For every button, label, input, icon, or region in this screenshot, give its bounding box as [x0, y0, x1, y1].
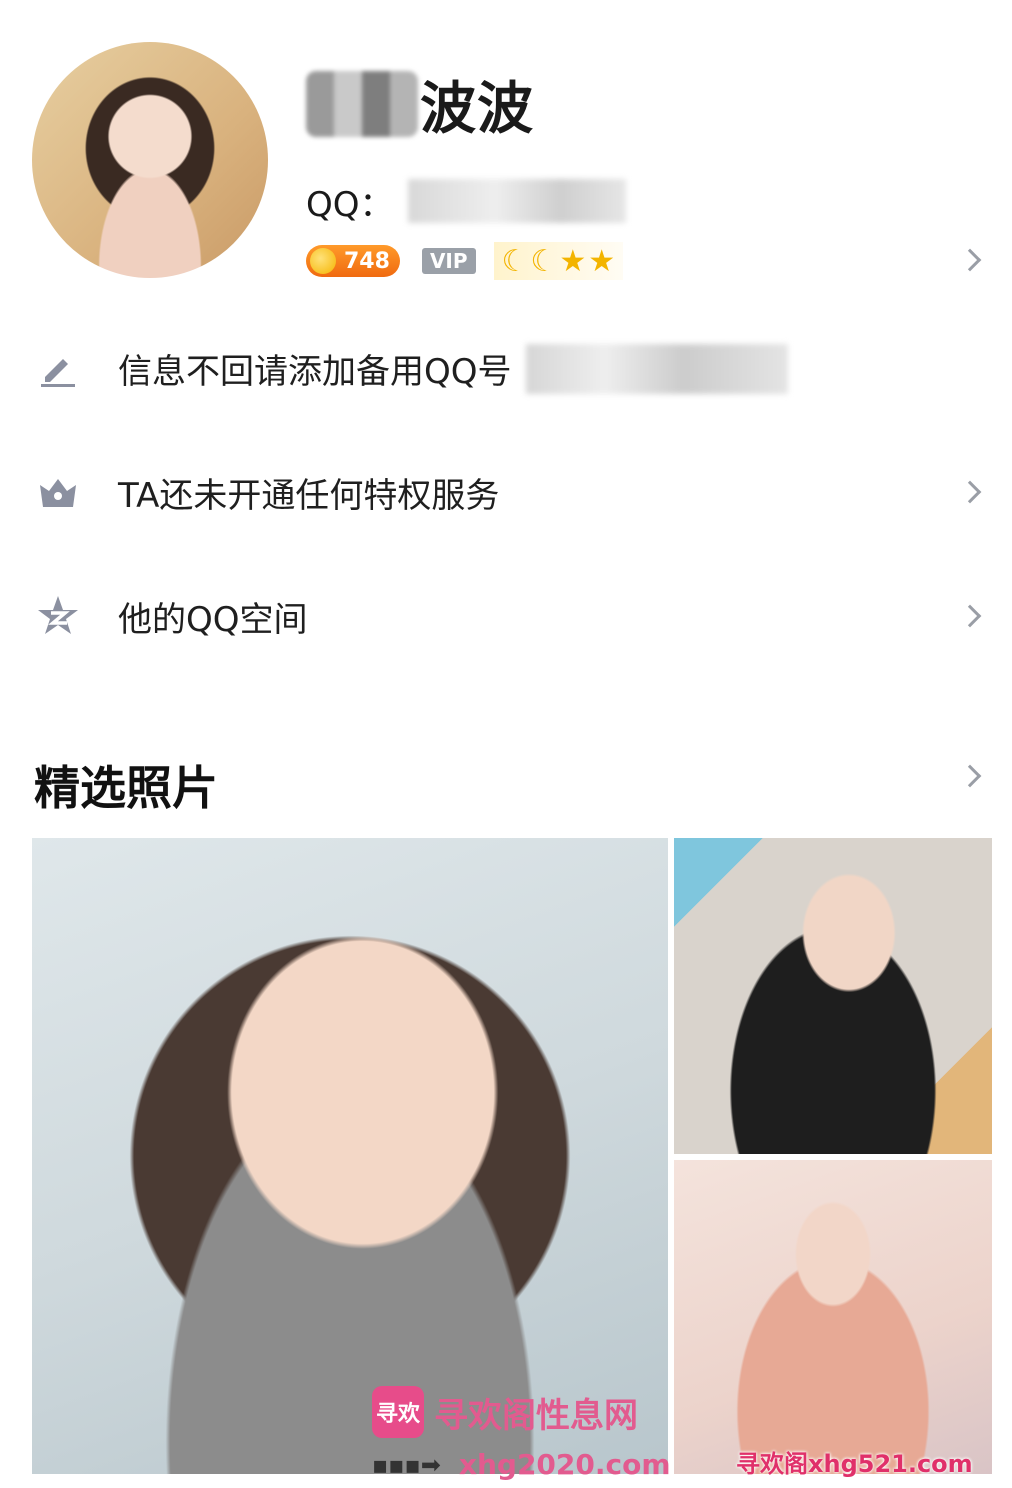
moon-icon: ☾ [530, 243, 558, 279]
photo-bottom-right[interactable] [674, 1160, 992, 1474]
watermark-url-row: ▪▪▪➡ xhg2020.com [372, 1448, 671, 1481]
watermark-site-name: 寻欢阁性息网 [434, 1395, 638, 1436]
signature-redaction-blur [526, 344, 788, 394]
qzone-chevron-icon [958, 604, 982, 628]
qzone-text: 他的QQ空间 [118, 599, 308, 640]
privilege-row[interactable]: TA还未开通任何特权服务 [0, 460, 1012, 524]
privilege-text: TA还未开通任何特权服务 [118, 475, 500, 516]
name-redaction-blur [306, 71, 418, 137]
watermark-url: xhg2020.com [458, 1448, 671, 1481]
qzone-star-icon [36, 594, 80, 638]
watermark-logo: 寻欢 [372, 1386, 424, 1438]
star-icon: ★ [588, 243, 616, 279]
signature-row[interactable]: 信息不回请添加备用QQ号 [0, 336, 1012, 400]
profile-name: 波波 [306, 68, 534, 142]
vip-badge: VIP [421, 248, 476, 274]
photos-section-title: 精选照片 [34, 761, 218, 815]
profile-chevron-icon[interactable] [958, 248, 982, 272]
qq-number-redaction-blur [407, 179, 626, 223]
level-icons: ☾ ☾ ★ ★ [493, 242, 624, 280]
signature-text: 信息不回请添加备用QQ号 [118, 351, 512, 392]
privilege-chevron-icon [958, 480, 982, 504]
coin-count: 748 [344, 248, 390, 274]
qzone-row[interactable]: 他的QQ空间 [0, 584, 1012, 648]
photo-large[interactable] [32, 838, 668, 1474]
crown-icon [36, 470, 80, 514]
qq-number-row: QQ： [306, 178, 626, 225]
watermark-site: 寻欢 寻欢阁性息网 [372, 1386, 638, 1438]
watermark-corner: 寻欢阁xhg521.com [736, 1450, 973, 1478]
star-icon: ★ [559, 243, 587, 279]
moon-icon: ☾ [501, 243, 529, 279]
coin-icon [310, 248, 336, 274]
photo-top-right[interactable] [674, 838, 992, 1154]
photos-chevron-icon[interactable] [958, 764, 982, 788]
coin-badge: 748 [306, 245, 400, 277]
profile-name-text: 波波 [420, 76, 534, 142]
qq-label: QQ： [306, 184, 394, 225]
badge-row[interactable]: 748 VIP ☾ ☾ ★ ★ [306, 242, 624, 280]
profile-avatar[interactable] [32, 42, 268, 278]
pencil-icon [36, 346, 80, 390]
arrow-icon: ▪▪▪➡ [372, 1450, 441, 1479]
